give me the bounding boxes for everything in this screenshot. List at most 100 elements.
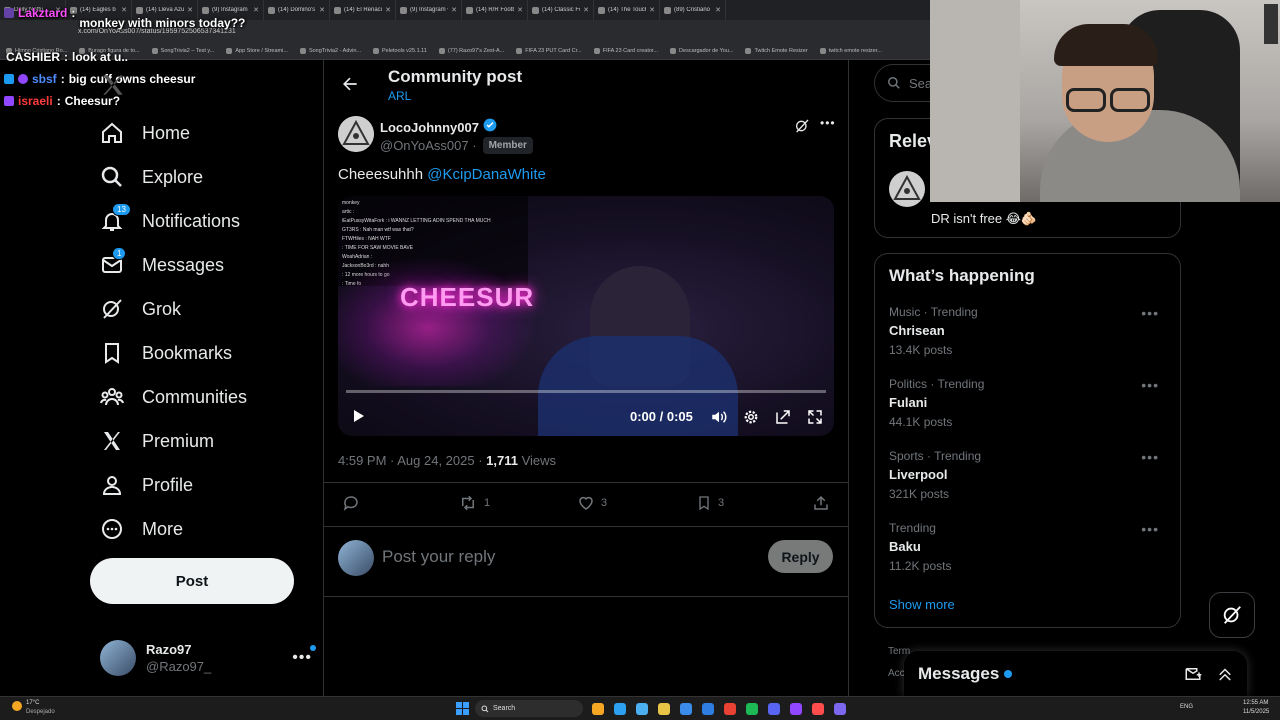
sidebar-item-messages[interactable]: 1 Messages <box>100 245 224 285</box>
close-icon[interactable]: ✕ <box>583 6 589 14</box>
close-icon[interactable]: ✕ <box>517 6 523 14</box>
trend-item[interactable]: Music · Trending Chrisean 13.4K posts ••• <box>889 305 1169 357</box>
sidebar-item-more[interactable]: More <box>100 509 183 549</box>
post-button[interactable]: Post <box>90 558 294 604</box>
trend-more-icon[interactable]: ••• <box>1141 449 1159 465</box>
footer-accessibility-link[interactable]: Acc <box>888 668 905 679</box>
browser-tab[interactable]: (14) Classic Foot✕ <box>528 0 594 20</box>
taskbar-app-icon[interactable] <box>724 703 736 715</box>
volume-icon[interactable] <box>710 408 728 431</box>
chat-text: look at u.. <box>72 50 129 64</box>
fullscreen-icon[interactable] <box>806 408 824 431</box>
sidebar-item-premium[interactable]: Premium <box>100 421 214 461</box>
trend-more-icon[interactable]: ••• <box>1141 377 1159 393</box>
browser-tab[interactable]: (14) The Touchli✕ <box>594 0 660 20</box>
trend-item[interactable]: Sports · Trending Liverpool 321K posts ••• <box>889 449 1169 501</box>
bookmark-item[interactable]: SongTrivia2 - Advin... <box>299 47 361 54</box>
bookmark-item[interactable]: SongTrivia2 – Test y... <box>151 47 214 54</box>
play-icon[interactable] <box>350 408 366 424</box>
chat-username: sbsf <box>32 72 57 86</box>
windows-start-icon[interactable] <box>456 702 469 715</box>
expand-up-icon[interactable] <box>1216 665 1234 683</box>
grok-float-button[interactable] <box>1209 592 1255 638</box>
bookmark-label: App Store / Streami... <box>235 47 288 54</box>
reply-input[interactable]: Post your reply <box>382 547 495 567</box>
bookmark-item[interactable]: Descargador de You... <box>670 47 733 54</box>
video-progress-track[interactable] <box>346 390 826 393</box>
share-action[interactable] <box>812 494 830 512</box>
browser-tab[interactable]: (14) El Renacido✕ <box>330 0 396 20</box>
x-logo-icon[interactable] <box>100 72 126 98</box>
taskbar-app-icon[interactable] <box>768 703 780 715</box>
sidebar-item-communities[interactable]: Communities <box>100 377 247 417</box>
sidebar-item-grok[interactable]: Grok <box>100 289 181 329</box>
timestamp-text[interactable]: 4:59 PM · Aug 24, 2025 · <box>338 453 486 468</box>
bookmark-item[interactable]: FIFA 23 PUT Card Cr... <box>516 47 582 54</box>
taskbar-app-icon[interactable] <box>680 703 692 715</box>
trend-item[interactable]: Politics · Trending Fulani 44.1K posts ••• <box>889 377 1169 429</box>
sidebar-item-notifications[interactable]: 13 Notifications <box>100 201 240 241</box>
new-message-icon[interactable] <box>1184 665 1202 683</box>
bookmark-item[interactable]: FIFA 23 Card creator... <box>593 47 658 54</box>
settings-gear-icon[interactable] <box>742 408 760 431</box>
taskbar-app-icon[interactable] <box>812 703 824 715</box>
taskbar-app-icon[interactable] <box>746 703 758 715</box>
bookmark-item[interactable]: App Store / Streami... <box>226 47 288 54</box>
bookmark-item[interactable]: Twitch Emote Resizer <box>745 47 808 54</box>
close-icon[interactable]: ✕ <box>385 6 391 14</box>
bookmark-action[interactable]: 3 <box>696 494 724 512</box>
bookmark-icon <box>699 496 709 511</box>
repost-action[interactable]: 1 <box>458 494 490 512</box>
more-dots-icon[interactable]: ••• <box>292 645 316 667</box>
trend-more-icon[interactable]: ••• <box>1141 305 1159 321</box>
bookmark-item[interactable]: twitch emote resizer... <box>819 47 882 54</box>
views-count: 1,711 <box>486 453 518 468</box>
author-name[interactable]: LocoJohnny007 <box>380 120 479 135</box>
messages-drawer[interactable]: Messages <box>904 651 1247 696</box>
close-icon[interactable]: ✕ <box>649 6 655 14</box>
show-more-link[interactable]: Show more <box>889 597 955 612</box>
weather-icon[interactable] <box>12 701 22 711</box>
chat-text: monkey with minors today?? <box>79 16 246 30</box>
taskbar-app-icon[interactable] <box>592 703 604 715</box>
close-icon[interactable]: ✕ <box>715 6 721 14</box>
taskbar-app-icon[interactable] <box>702 703 714 715</box>
taskbar-app-icon[interactable] <box>614 703 626 715</box>
taskbar-app-icon[interactable] <box>636 703 648 715</box>
taskbar-app-icon[interactable] <box>834 703 846 715</box>
mention-link[interactable]: @KcipDanaWhite <box>427 166 546 183</box>
sidebar-item-home[interactable]: Home <box>100 113 190 153</box>
close-icon[interactable]: ✕ <box>451 6 457 14</box>
post-more-icon[interactable]: ••• <box>820 116 836 130</box>
sidebar-item-explore[interactable]: Explore <box>100 157 203 197</box>
bookmark-item[interactable]: Peletools v25.1.11 <box>373 47 427 54</box>
back-arrow-icon[interactable] <box>340 74 364 98</box>
reply-button[interactable]: Reply <box>768 540 833 573</box>
sidebar-item-bookmarks[interactable]: Bookmarks <box>100 333 232 373</box>
account-switcher[interactable]: Razo97 @Razo97_ ••• <box>100 638 320 678</box>
like-action[interactable]: 3 <box>577 494 607 512</box>
community-name[interactable]: ARL <box>388 89 411 103</box>
language-indicator[interactable]: ENG <box>1180 704 1193 710</box>
clock-time[interactable]: 12:55 AM <box>1243 700 1268 706</box>
video-player[interactable]: monkey artic : iEatPussyWitaFork : i WANNZ… <box>338 196 834 436</box>
reply-action[interactable] <box>342 494 366 512</box>
browser-tab[interactable]: (9) Instagram • Il✕ <box>396 0 462 20</box>
taskbar-app-icon[interactable] <box>790 703 802 715</box>
pip-icon[interactable] <box>774 408 792 431</box>
clock-date[interactable]: 11/5/2025 <box>1243 709 1269 715</box>
taskbar-app-icon[interactable] <box>658 703 670 715</box>
browser-tab[interactable]: (89) Cristiano Ro✕ <box>660 0 726 20</box>
trend-more-icon[interactable]: ••• <box>1141 521 1159 537</box>
trend-item[interactable]: Trending Baku 11.2K posts ••• <box>889 521 1169 573</box>
grok-icon[interactable] <box>794 118 812 136</box>
relevant-avatar[interactable] <box>889 171 925 207</box>
author-handle[interactable]: @OnYoAss007 · <box>380 138 477 153</box>
sidebar-item-profile[interactable]: Profile <box>100 465 193 505</box>
bookmark-item[interactable]: (77) Razo97's Zest-A... <box>438 47 504 54</box>
author-avatar[interactable] <box>338 116 374 152</box>
chat-colon: : <box>64 50 69 64</box>
browser-tab[interactable]: (14) R/R Football✕ <box>462 0 528 20</box>
taskbar-search[interactable]: Search <box>475 700 583 717</box>
sidebar-item-label: More <box>142 518 184 539</box>
